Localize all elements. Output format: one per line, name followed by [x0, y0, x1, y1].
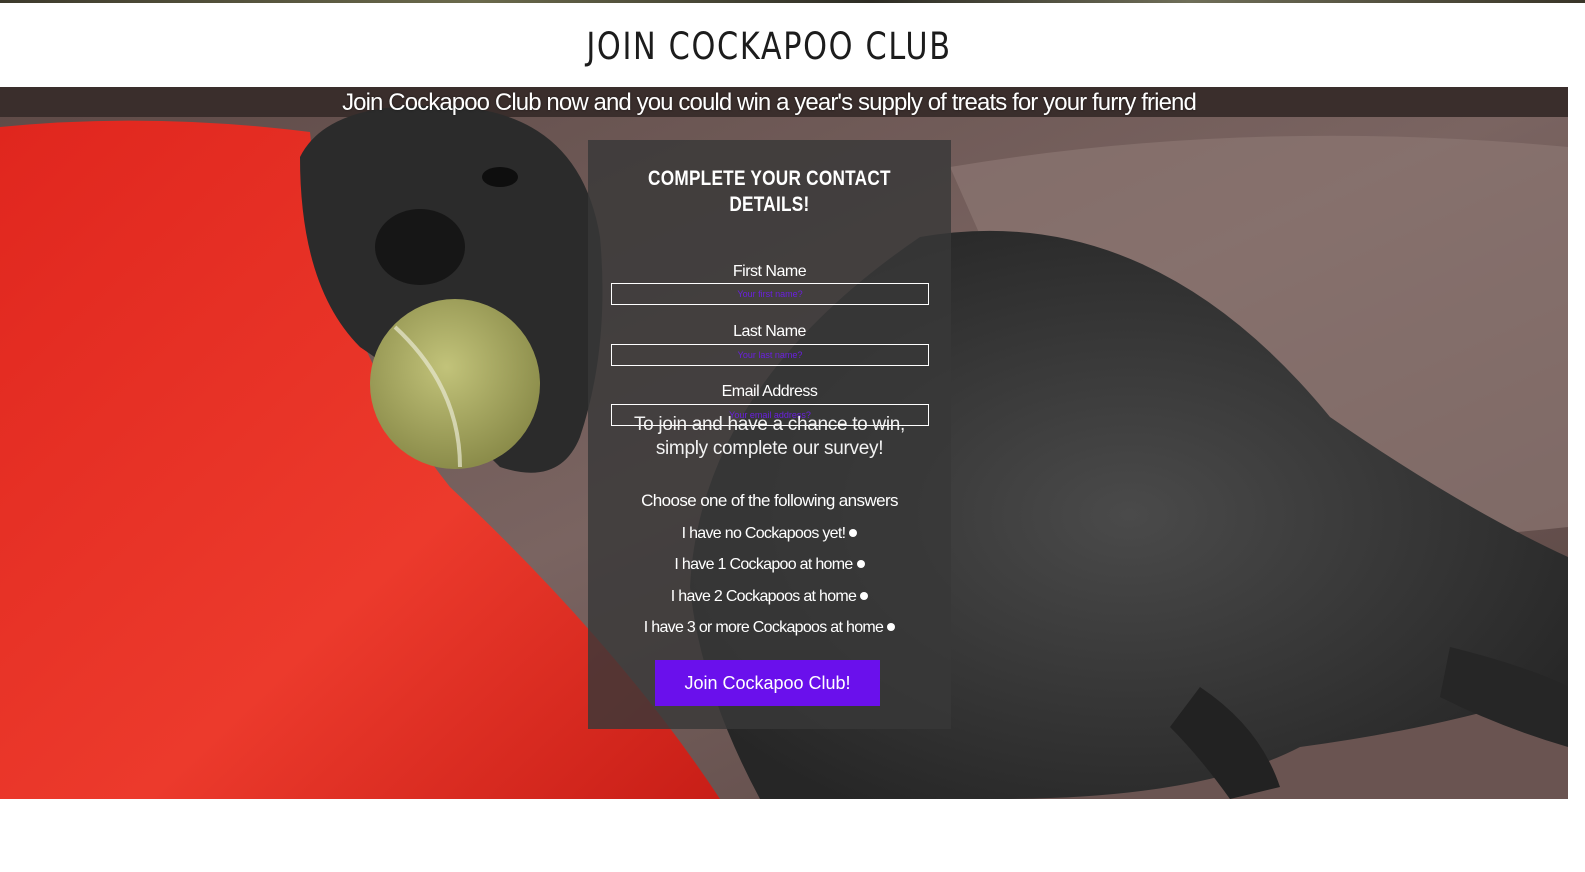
survey-option-none[interactable]: I have no Cockapoos yet! [588, 523, 951, 545]
radio-button-icon[interactable] [860, 591, 869, 600]
last-name-input[interactable] [611, 344, 929, 366]
survey-question: Choose one of the following answers [641, 491, 898, 510]
page-title: JOIN COCKAPOO CLUB [586, 25, 952, 68]
survey-option-label: I have 1 Cockapoo at home [674, 556, 853, 573]
page-header: JOIN COCKAPOO CLUB [0, 3, 1585, 87]
email-label: Email Address [721, 383, 818, 400]
promo-headline: Join Cockapoo Club now and you could win… [342, 89, 1197, 116]
radio-button-icon[interactable] [849, 528, 858, 537]
survey-option-label: I have 2 Cockapoos at home [670, 588, 857, 605]
survey-intro: To join and have a chance to win, simply… [633, 414, 906, 459]
radio-button-icon[interactable] [856, 559, 865, 568]
join-club-button[interactable]: Join Cockapoo Club! [655, 660, 880, 706]
hero-section: Join Cockapoo Club now and you could win… [0, 87, 1568, 799]
survey-option-two[interactable]: I have 2 Cockapoos at home [588, 586, 951, 608]
signup-form: COMPLETE YOUR CONTACT DETAILS! First Nam… [588, 140, 951, 729]
survey-option-three-plus[interactable]: I have 3 or more Cockapoos at home [588, 617, 951, 639]
survey-option-one[interactable]: I have 1 Cockapoo at home [588, 554, 951, 576]
last-name-label: Last Name [733, 323, 806, 340]
survey-option-label: I have 3 or more Cockapoos at home [643, 619, 884, 636]
first-name-label: First Name [732, 263, 807, 280]
form-heading: COMPLETE YOUR CONTACT DETAILS! [648, 167, 891, 216]
survey-option-label: I have no Cockapoos yet! [681, 525, 846, 542]
radio-button-icon[interactable] [887, 622, 896, 631]
first-name-input[interactable] [611, 283, 929, 305]
